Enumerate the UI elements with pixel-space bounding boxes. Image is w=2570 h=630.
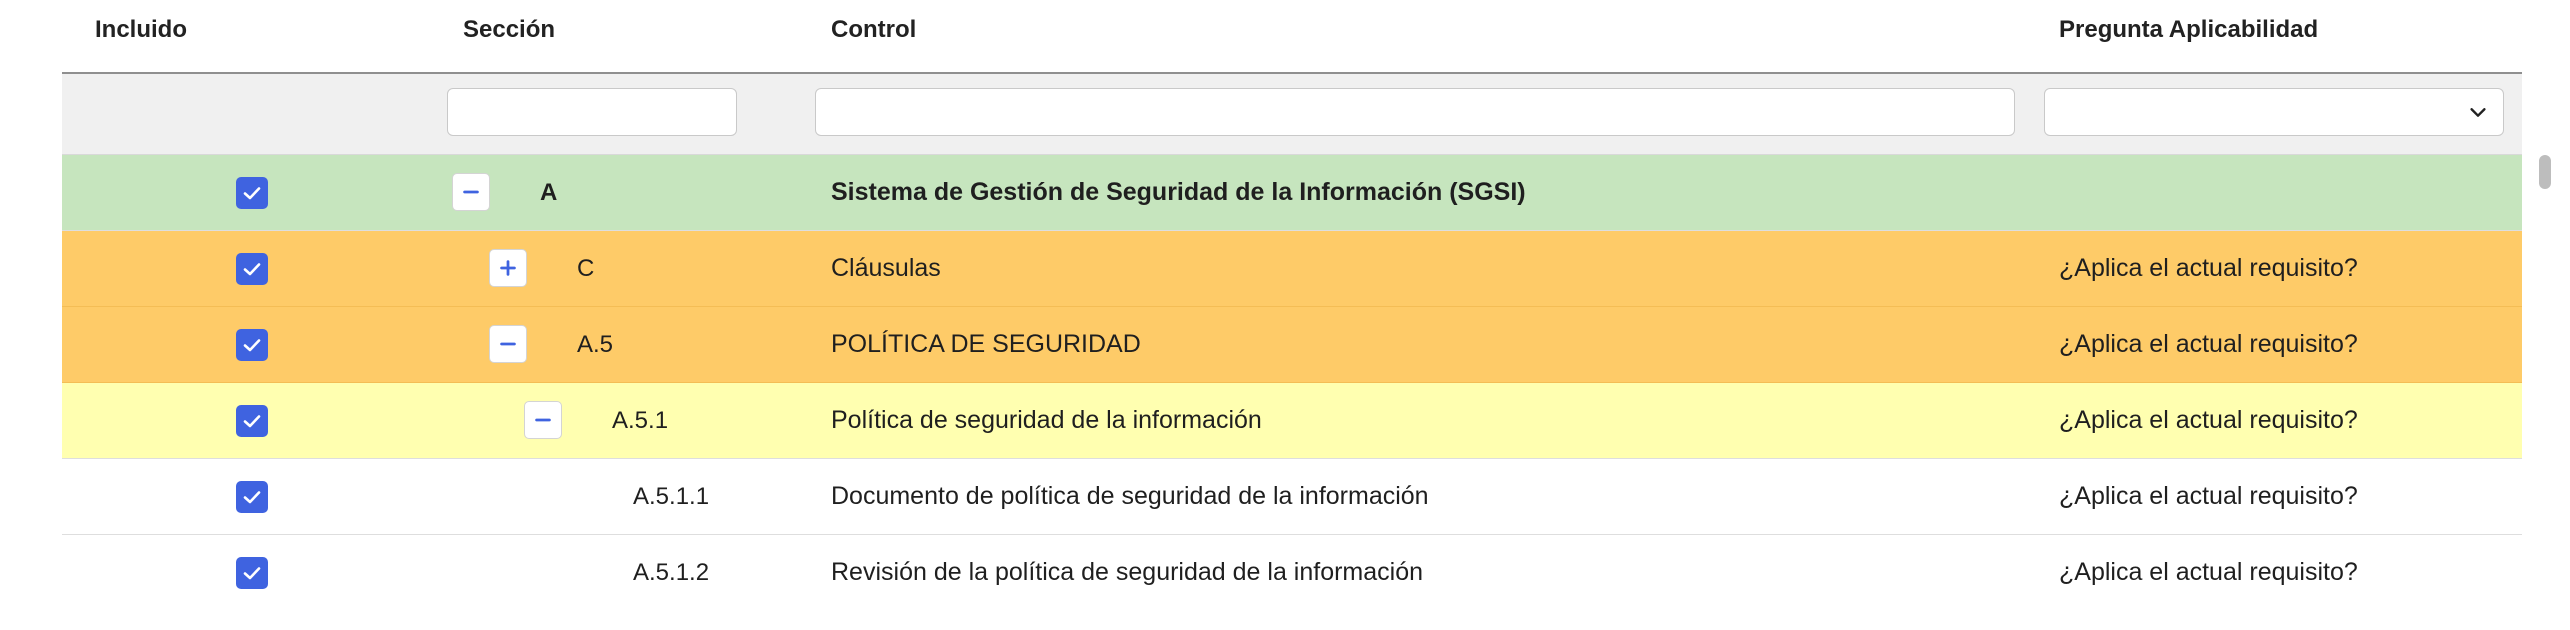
checkmark-icon [243, 187, 261, 200]
table-header: Incluido Sección Control Pregunta Aplica… [62, 0, 2522, 74]
header-incluido[interactable]: Incluido [95, 16, 187, 44]
checkmark-icon [243, 415, 261, 428]
applicability-question: ¿Aplica el actual requisito? [2059, 558, 2358, 586]
control-name: Revisión de la política de seguridad de … [831, 558, 1424, 586]
header-control[interactable]: Control [831, 16, 916, 44]
applicability-question: ¿Aplica el actual requisito? [2059, 330, 2358, 358]
included-checkbox[interactable] [236, 253, 268, 285]
included-checkbox[interactable] [236, 329, 268, 361]
applicability-question: ¿Aplica el actual requisito? [2059, 254, 2358, 282]
collapse-button[interactable] [524, 401, 562, 439]
pregunta-filter-select[interactable] [2044, 88, 2504, 136]
checkmark-icon [243, 491, 261, 504]
header-seccion[interactable]: Sección [463, 16, 555, 44]
table-row[interactable]: A Sistema de Gestión de Seguridad de la … [62, 155, 2522, 231]
control-name: Documento de política de seguridad de la… [831, 482, 1429, 510]
included-checkbox[interactable] [236, 557, 268, 589]
collapse-button[interactable] [452, 173, 490, 211]
minus-icon [463, 190, 479, 194]
table-row[interactable]: A.5.1.2 Revisión de la política de segur… [62, 535, 2522, 610]
collapse-button[interactable] [489, 325, 527, 363]
table-row[interactable]: A.5 POLÍTICA DE SEGURIDAD ¿Aplica el act… [62, 307, 2522, 383]
section-code: A.5.1.1 [633, 482, 710, 510]
checkmark-icon [243, 339, 261, 352]
section-code: C [577, 254, 595, 282]
section-code: A.5.1 [612, 406, 669, 434]
included-checkbox[interactable] [236, 481, 268, 513]
minus-icon [535, 418, 551, 422]
section-code: A.5 [577, 330, 614, 358]
included-checkbox[interactable] [236, 405, 268, 437]
control-filter-input[interactable] [815, 88, 2015, 136]
section-code: A.5.1.2 [633, 558, 710, 586]
plus-icon [500, 260, 516, 276]
expand-button[interactable] [489, 249, 527, 287]
controls-table: Incluido Sección Control Pregunta Aplica… [62, 0, 2522, 610]
control-name: Cláusulas [831, 254, 941, 282]
control-name: POLÍTICA DE SEGURIDAD [831, 330, 1141, 358]
control-name: Sistema de Gestión de Seguridad de la In… [831, 178, 1526, 206]
control-name: Política de seguridad de la información [831, 406, 1262, 434]
table-row[interactable]: A.5.1.1 Documento de política de segurid… [62, 459, 2522, 535]
header-pregunta[interactable]: Pregunta Aplicabilidad [2059, 16, 2318, 44]
applicability-question: ¿Aplica el actual requisito? [2059, 406, 2358, 434]
checkmark-icon [243, 263, 261, 276]
vertical-scrollbar[interactable] [2539, 155, 2551, 189]
section-code: A [540, 178, 558, 206]
table-row[interactable]: C Cláusulas ¿Aplica el actual requisito? [62, 231, 2522, 307]
table-row[interactable]: A.5.1 Política de seguridad de la inform… [62, 383, 2522, 459]
filter-row [62, 74, 2522, 155]
included-checkbox[interactable] [236, 177, 268, 209]
checkmark-icon [243, 567, 261, 580]
applicability-question: ¿Aplica el actual requisito? [2059, 482, 2358, 510]
chevron-down-icon [2470, 108, 2486, 117]
minus-icon [500, 342, 516, 346]
seccion-filter-input[interactable] [447, 88, 737, 136]
